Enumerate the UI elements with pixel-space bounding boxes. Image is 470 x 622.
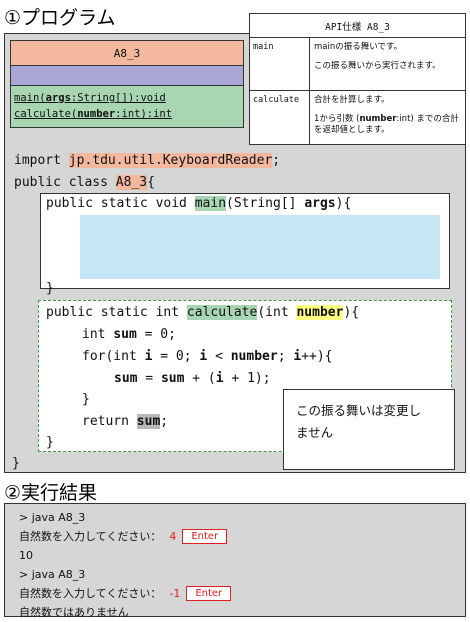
- result-heading: ②実行結果: [4, 482, 98, 504]
- code-import-line: import jp.tdu.util.KeyboardReader;: [14, 153, 281, 168]
- no-change-note: この振る舞いは変更し ません: [283, 389, 455, 470]
- code-return: return sum;: [82, 414, 169, 429]
- api-spec-table: API仕様 A8_3 main mainの振る舞いです。 この振る舞いから実行さ…: [249, 13, 466, 145]
- enter-key-1: Enter: [182, 529, 228, 544]
- code-main-close: }: [46, 281, 54, 296]
- result-prompt-1: 自然数を入力してください： 4 Enter: [19, 527, 451, 546]
- code-main-signature: public static void main(String[] args){: [46, 196, 352, 211]
- api-name-calculate: calculate: [250, 91, 310, 144]
- uml-class-diagram: A8_3 main(args:String[]):void calculate(…: [10, 40, 244, 128]
- uml-class-name: A8_3: [11, 41, 243, 66]
- code-class-close: }: [12, 456, 20, 471]
- code-calculate-signature: public static int calculate(int number){: [46, 305, 360, 320]
- uml-op-calculate: calculate(number:int):int: [14, 108, 173, 120]
- result-command-2: > java A8_3: [19, 568, 86, 581]
- program-heading: ①プログラム: [4, 7, 116, 29]
- uml-operations: main(args:String[]):void calculate(numbe…: [11, 86, 243, 127]
- api-row-calculate: calculate 合計を計算します。 1から引数 (number:int) ま…: [250, 91, 465, 144]
- code-calculate-close: }: [46, 435, 54, 450]
- api-name-main: main: [250, 38, 310, 90]
- execution-result-panel: > java A8_3 自然数を入力してください： 4 Enter 10 > jav…: [4, 503, 466, 619]
- uml-op-main: main(args:String[]):void: [14, 92, 166, 104]
- result-command-1: > java A8_3: [19, 511, 86, 524]
- enter-key-2: Enter: [186, 586, 232, 601]
- code-sum-declaration: int sum = 0;: [82, 327, 176, 342]
- main-edit-area[interactable]: [80, 215, 440, 279]
- code-sum-update: sum = sum + (i + 1);: [114, 371, 271, 386]
- api-desc-main: mainの振る舞いです。 この振る舞いから実行されます。: [314, 42, 441, 71]
- result-output-2: 自然数ではありません: [19, 606, 129, 619]
- api-title: API仕様 A8_3: [250, 14, 465, 38]
- result-prompt-2: 自然数を入力してください： -1 Enter: [19, 584, 451, 603]
- result-output-1: 10: [19, 549, 33, 562]
- code-for-loop: for(int i = 0; i < number; i++){: [82, 349, 333, 364]
- code-class-line: public class A8_3{: [14, 175, 155, 190]
- api-desc-calculate: 合計を計算します。 1から引数 (number:int) までの合計を返却値とし…: [314, 95, 459, 135]
- code-for-close: }: [82, 392, 90, 407]
- uml-attributes: [11, 66, 243, 86]
- api-row-main: main mainの振る舞いです。 この振る舞いから実行されます。: [250, 38, 465, 91]
